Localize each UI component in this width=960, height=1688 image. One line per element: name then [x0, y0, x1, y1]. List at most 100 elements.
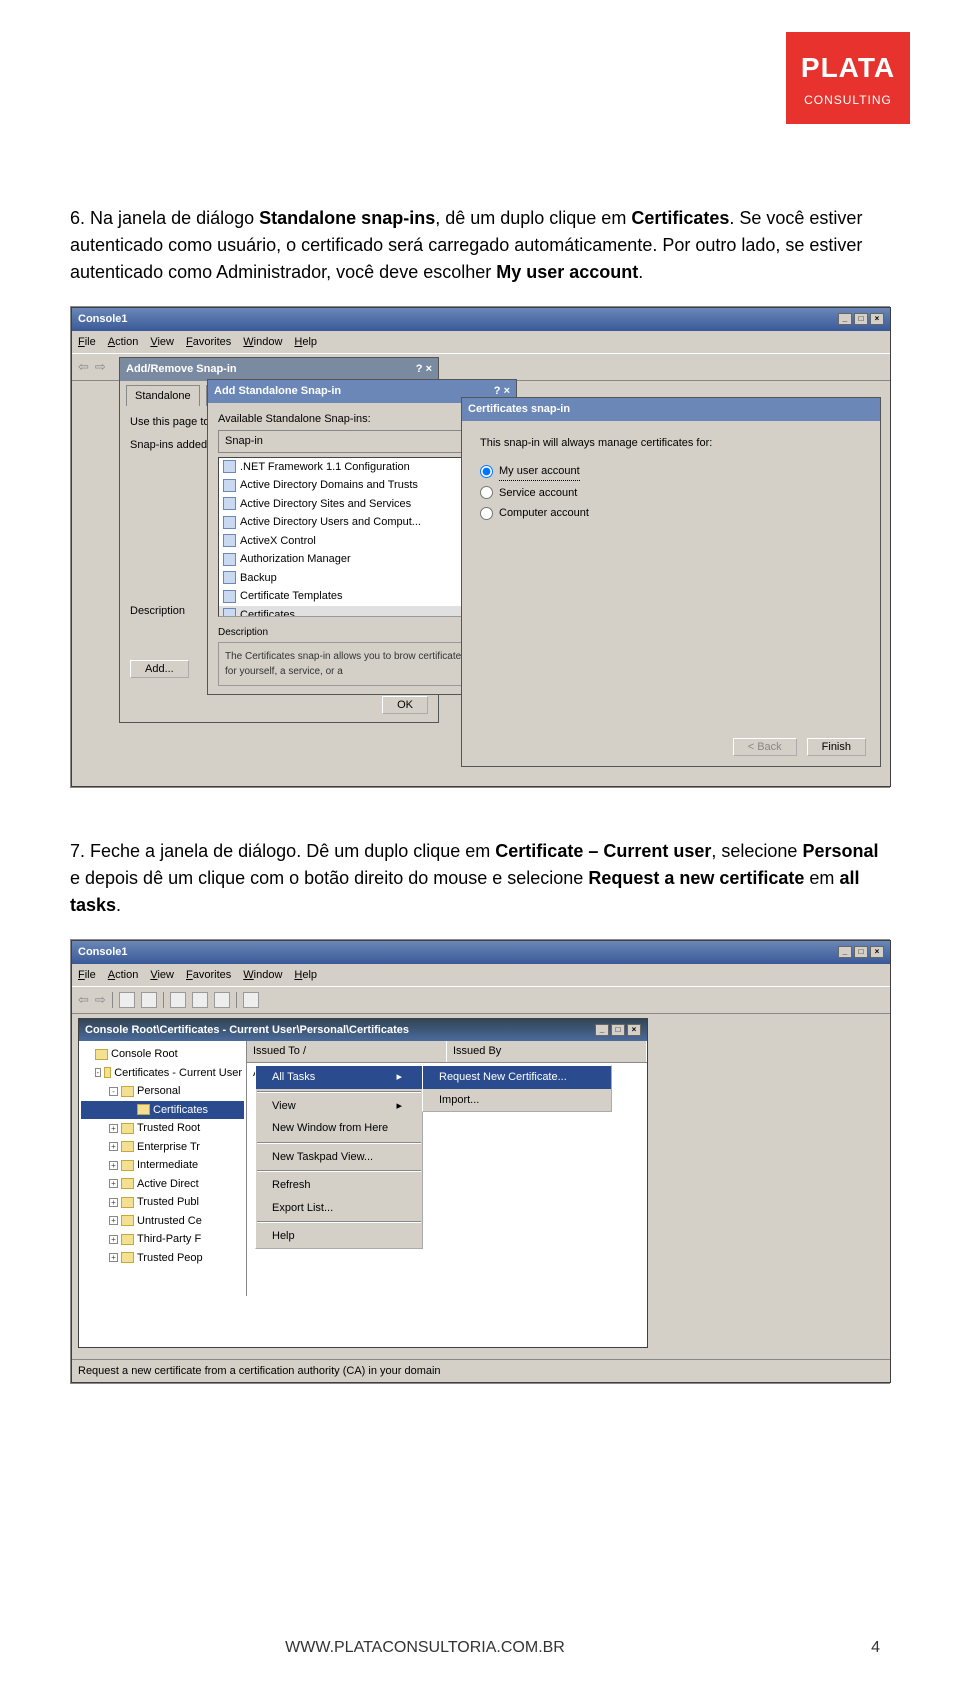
snapin-icon: [223, 571, 236, 584]
context-submenu[interactable]: Request New Certificate...Import...: [422, 1065, 612, 1112]
maximize-icon[interactable]: □: [611, 1024, 625, 1036]
forward-icon[interactable]: ⇨: [95, 990, 106, 1010]
menu-item[interactable]: File: [78, 967, 96, 984]
add-button[interactable]: Add...: [130, 660, 189, 678]
menu-item[interactable]: Help: [294, 967, 317, 984]
context-menu[interactable]: All Tasks▸ View▸New Window from Here New T…: [255, 1065, 423, 1249]
console-title: Console1: [78, 944, 128, 961]
snapin-icon: [223, 479, 236, 492]
menu-item[interactable]: View: [150, 334, 174, 351]
back-icon[interactable]: ⇦: [78, 357, 89, 377]
menu-item[interactable]: Favorites: [186, 334, 231, 351]
tab-standalone[interactable]: Standalone: [126, 385, 200, 407]
status-bar: Request a new certificate from a certifi…: [72, 1359, 890, 1383]
snapin-icon: [223, 460, 236, 473]
maximize-icon[interactable]: □: [854, 946, 868, 958]
page-footer: WWW.PLATACONSULTORIA.COM.BR 4: [0, 1636, 960, 1660]
console-title: Console1: [78, 311, 128, 328]
tree-item[interactable]: +Enterprise Tr: [81, 1138, 244, 1157]
context-menu-item[interactable]: Request New Certificate...: [423, 1066, 611, 1089]
tree-item[interactable]: -Certificates - Current User: [81, 1064, 244, 1083]
logo-text-bottom: CONSULTING: [804, 91, 892, 109]
snapin-icon: [223, 608, 236, 616]
snapin-icon: [223, 516, 236, 529]
menu-item[interactable]: Action: [108, 334, 139, 351]
folder-icon: [121, 1123, 134, 1134]
chevron-right-icon: ▸: [396, 1069, 402, 1086]
finish-button[interactable]: Finish: [807, 738, 866, 756]
console-window: Console1 _ □ × File Action View Favorites Wi…: [71, 940, 891, 1383]
tree-item[interactable]: -Personal: [81, 1082, 244, 1101]
radio-option[interactable]: Computer account: [480, 503, 862, 524]
menu-item[interactable]: File: [78, 334, 96, 351]
folder-icon: [121, 1252, 134, 1263]
screenshot-1: Console1 _ □ × File Action View Favorites Wi…: [70, 306, 890, 788]
paragraph-6: 6. Na janela de diálogo Standalone snap-…: [70, 205, 890, 286]
menubar[interactable]: File Action View Favorites Window Help: [72, 331, 890, 354]
context-menu-item[interactable]: Refresh: [256, 1174, 422, 1197]
tool-icon[interactable]: [170, 992, 186, 1008]
folder-icon: [121, 1215, 134, 1226]
tree-item[interactable]: Certificates: [81, 1101, 244, 1120]
chevron-right-icon: ▸: [396, 1098, 402, 1115]
radio-option[interactable]: Service account: [480, 483, 862, 504]
context-menu-item[interactable]: New Window from Here: [256, 1117, 422, 1140]
tree-item[interactable]: +Untrusted Ce: [81, 1212, 244, 1231]
context-menu-item[interactable]: Import...: [423, 1089, 611, 1112]
context-menu-item[interactable]: Export List...: [256, 1197, 422, 1220]
mdi-child-window: Console Root\Certificates - Current User…: [78, 1018, 648, 1348]
tool-icon[interactable]: [214, 992, 230, 1008]
tree-item[interactable]: +Third-Party F: [81, 1230, 244, 1249]
tree-item[interactable]: +Intermediate: [81, 1156, 244, 1175]
folder-icon: [121, 1197, 134, 1208]
menubar[interactable]: File Action View Favorites Window Help: [72, 964, 890, 987]
console-titlebar: Console1 _ □ ×: [72, 308, 890, 331]
context-menu-item[interactable]: View▸: [256, 1095, 422, 1118]
ok-button[interactable]: OK: [382, 696, 428, 714]
back-icon[interactable]: ⇦: [78, 990, 89, 1010]
logo: PLATA CONSULTING: [786, 32, 910, 124]
tree-item[interactable]: +Trusted Root: [81, 1119, 244, 1138]
menu-item[interactable]: View: [150, 967, 174, 984]
close-icon[interactable]: ×: [627, 1024, 641, 1036]
tree-item[interactable]: +Trusted Publ: [81, 1193, 244, 1212]
folder-icon: [137, 1104, 150, 1115]
snapin-icon: [223, 553, 236, 566]
maximize-icon[interactable]: □: [854, 313, 868, 325]
tree-item[interactable]: Console Root: [81, 1045, 244, 1064]
menu-item[interactable]: Window: [243, 334, 282, 351]
menu-item[interactable]: Favorites: [186, 967, 231, 984]
context-menu-item[interactable]: Help: [256, 1225, 422, 1248]
radio-option[interactable]: My user account: [480, 461, 862, 483]
tool-icon[interactable]: [243, 992, 259, 1008]
forward-icon[interactable]: ⇨: [95, 357, 106, 377]
paragraph-7: 7. Feche a janela de diálogo. Dê um dupl…: [70, 838, 890, 919]
folder-icon: [121, 1141, 134, 1152]
tool-icon[interactable]: [141, 992, 157, 1008]
folder-icon: [121, 1234, 134, 1245]
minimize-icon[interactable]: _: [838, 946, 852, 958]
minimize-icon[interactable]: _: [595, 1024, 609, 1036]
menu-item[interactable]: Action: [108, 967, 139, 984]
minimize-icon[interactable]: _: [838, 313, 852, 325]
tree-item[interactable]: +Active Direct: [81, 1175, 244, 1194]
folder-icon: [95, 1049, 108, 1060]
menu-item[interactable]: Help: [294, 334, 317, 351]
snapin-icon: [223, 590, 236, 603]
tool-icon[interactable]: [192, 992, 208, 1008]
folder-icon: [121, 1160, 134, 1171]
menu-item[interactable]: Window: [243, 967, 282, 984]
certificates-snapin-wizard: Certificates snap-in This snap-in will a…: [461, 397, 881, 767]
context-menu-item[interactable]: New Taskpad View...: [256, 1146, 422, 1169]
footer-page-number: 4: [850, 1636, 880, 1660]
content-pane: Issued To / Issued By Administrator Admi…: [247, 1041, 647, 1296]
tool-icon[interactable]: [119, 992, 135, 1008]
tree-view[interactable]: Console Root-Certificates - Current User…: [79, 1041, 247, 1296]
screenshot-2: Console1 _ □ × File Action View Favorites Wi…: [70, 939, 890, 1384]
context-menu-item[interactable]: All Tasks▸: [256, 1066, 422, 1089]
close-icon[interactable]: ×: [870, 313, 884, 325]
close-icon[interactable]: ×: [870, 946, 884, 958]
snapin-icon: [223, 534, 236, 547]
snapin-icon: [223, 497, 236, 510]
tree-item[interactable]: +Trusted Peop: [81, 1249, 244, 1268]
